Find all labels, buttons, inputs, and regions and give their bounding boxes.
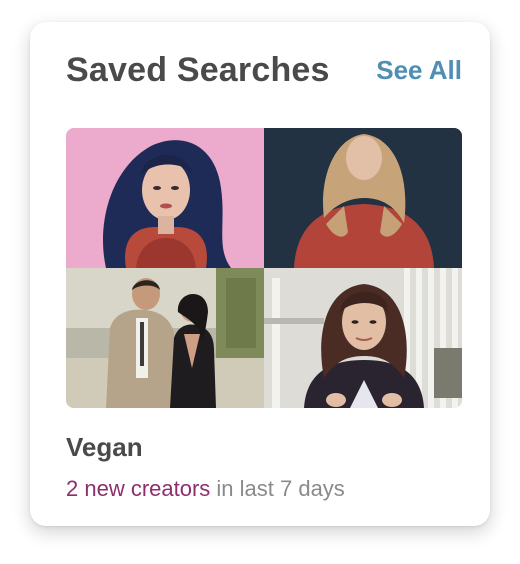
creator-photo-2 <box>264 128 462 268</box>
new-creators-count: 2 new creators <box>66 476 211 501</box>
saved-searches-card: Saved Searches See All Vegan 2 new creat… <box>30 22 490 526</box>
saved-search-thumbnail-grid[interactable] <box>66 128 462 408</box>
saved-search-name[interactable]: Vegan <box>66 432 143 463</box>
card-header: Saved Searches See All <box>66 50 462 90</box>
card-title: Saved Searches <box>66 50 330 89</box>
creator-photo-1 <box>66 128 264 268</box>
saved-search-status: 2 new creators in last 7 days <box>66 476 345 502</box>
creator-photo-4 <box>264 268 462 408</box>
period-text: in last 7 days <box>210 476 345 501</box>
see-all-link[interactable]: See All <box>376 55 462 86</box>
creator-photo-3 <box>66 268 264 408</box>
